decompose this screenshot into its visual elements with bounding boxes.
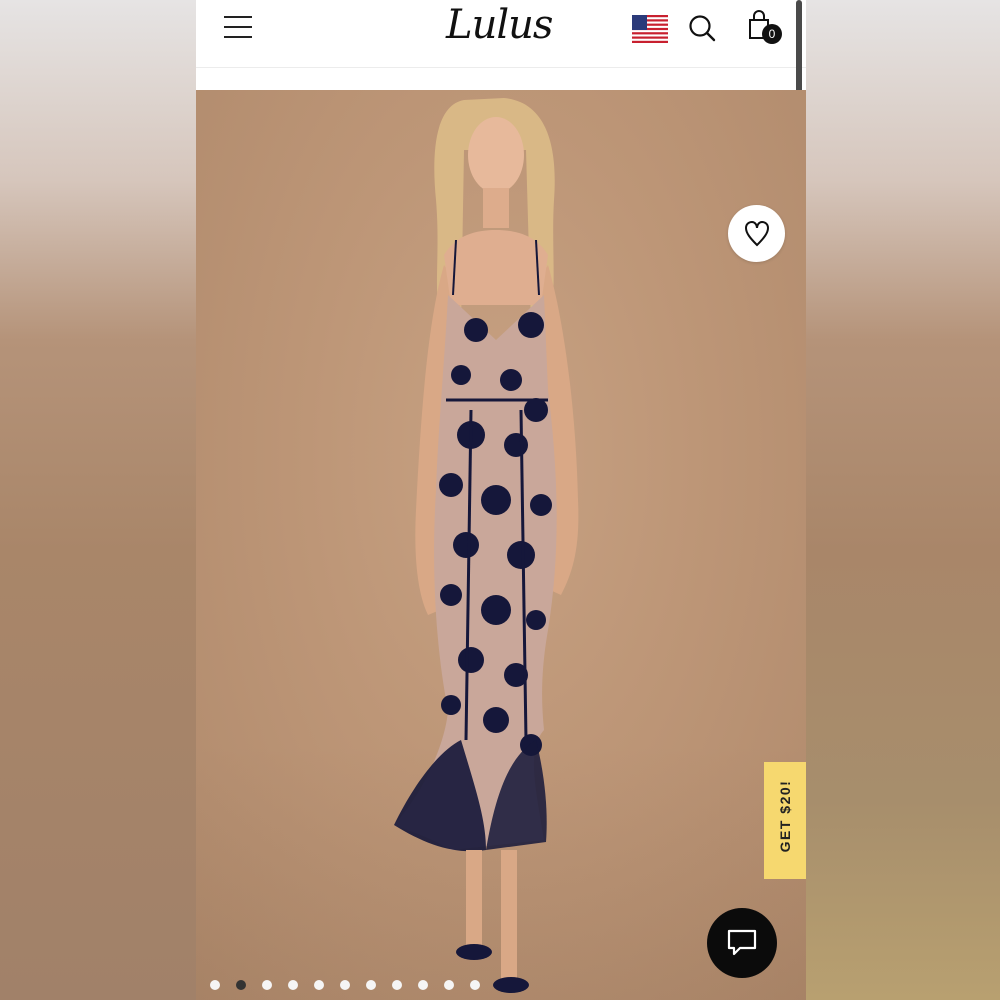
get-20-promo-tab[interactable]: GET $20!: [764, 762, 806, 879]
wishlist-heart-button[interactable]: [728, 205, 785, 262]
carousel-dot[interactable]: [444, 980, 454, 990]
carousel-dot[interactable]: [236, 980, 246, 990]
lulus-logo[interactable]: Lulus: [446, 2, 553, 48]
us-flag-icon[interactable]: [632, 15, 668, 43]
mobile-page: Lulus 0 GET $20!: [196, 0, 806, 1000]
carousel-dot[interactable]: [262, 980, 272, 990]
cart-count-badge: 0: [762, 24, 782, 44]
carousel-dot[interactable]: [470, 980, 480, 990]
carousel-dot[interactable]: [418, 980, 428, 990]
carousel-dot[interactable]: [210, 980, 220, 990]
carousel-dot[interactable]: [392, 980, 402, 990]
carousel-dots: [210, 980, 480, 992]
search-icon[interactable]: [687, 13, 717, 43]
chat-button[interactable]: [707, 908, 777, 978]
chat-bubble-icon: [727, 929, 757, 956]
carousel-dot[interactable]: [366, 980, 376, 990]
site-header: Lulus 0: [196, 0, 806, 115]
model-in-dress-illustration: [394, 98, 579, 993]
product-image[interactable]: [196, 90, 806, 1000]
promo-label: GET $20!: [777, 779, 793, 853]
blurred-background-right: [806, 0, 1000, 1000]
hamburger-menu-icon[interactable]: [224, 16, 252, 38]
carousel-dot[interactable]: [314, 980, 324, 990]
carousel-dot[interactable]: [340, 980, 350, 990]
blurred-background-left: [0, 0, 196, 1000]
carousel-dot[interactable]: [288, 980, 298, 990]
heart-icon: [744, 220, 770, 247]
